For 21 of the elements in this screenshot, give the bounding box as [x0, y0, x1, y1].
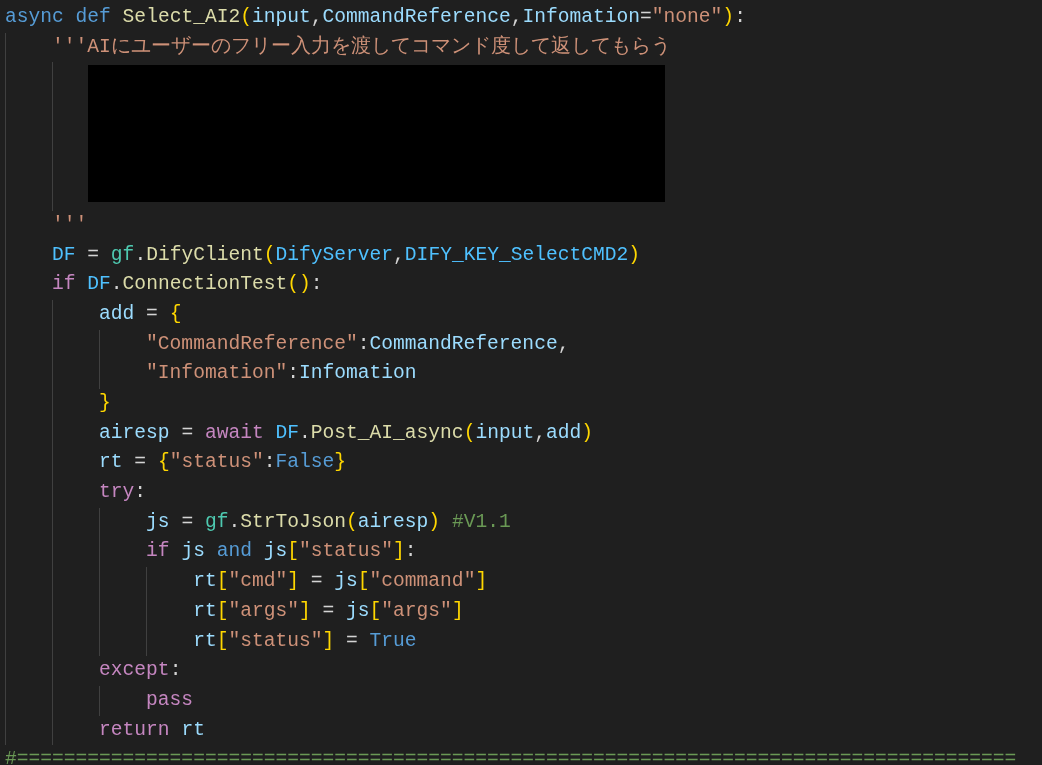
code-line: js = gf.StrToJson(airesp) #V1.1: [146, 509, 511, 535]
code-line: "Infomation":Infomation: [146, 361, 417, 387]
code-line: return rt: [99, 717, 205, 743]
code-line: }: [99, 391, 111, 416]
code-line: ''': [52, 212, 88, 238]
code-line: "CommandReference":CommandReference,: [146, 331, 570, 357]
code-line: rt["cmd"] = js["command"]: [193, 569, 488, 595]
code-line: DF = gf.DifyClient(DifyServer,DIFY_KEY_SelectCMD2): [52, 242, 641, 268]
code-line: try:: [99, 480, 147, 506]
code-line: if js and js["status"]:: [146, 539, 417, 565]
code-line: if DF.ConnectionTest():: [52, 272, 323, 298]
code-line: rt["args"] = js["args"]: [193, 598, 464, 624]
code-line: async def Select_AI2(input,CommandReference,Infomation="none"):: [5, 5, 746, 30]
code-line: add = {: [99, 301, 182, 327]
code-line: pass: [146, 687, 194, 713]
code-line: '''AIにユーザーのフリー入力を渡してコマンド度して返してもらう: [52, 34, 671, 60]
code-line: #=====================================================================================: [5, 747, 1017, 765]
code-line: airesp = await DF.Post_AI_async(input,add): [99, 420, 593, 446]
code-line: rt = {"status":False}: [99, 450, 347, 476]
code-line: rt["status"] = True: [193, 628, 417, 654]
code-line: except:: [99, 658, 182, 684]
